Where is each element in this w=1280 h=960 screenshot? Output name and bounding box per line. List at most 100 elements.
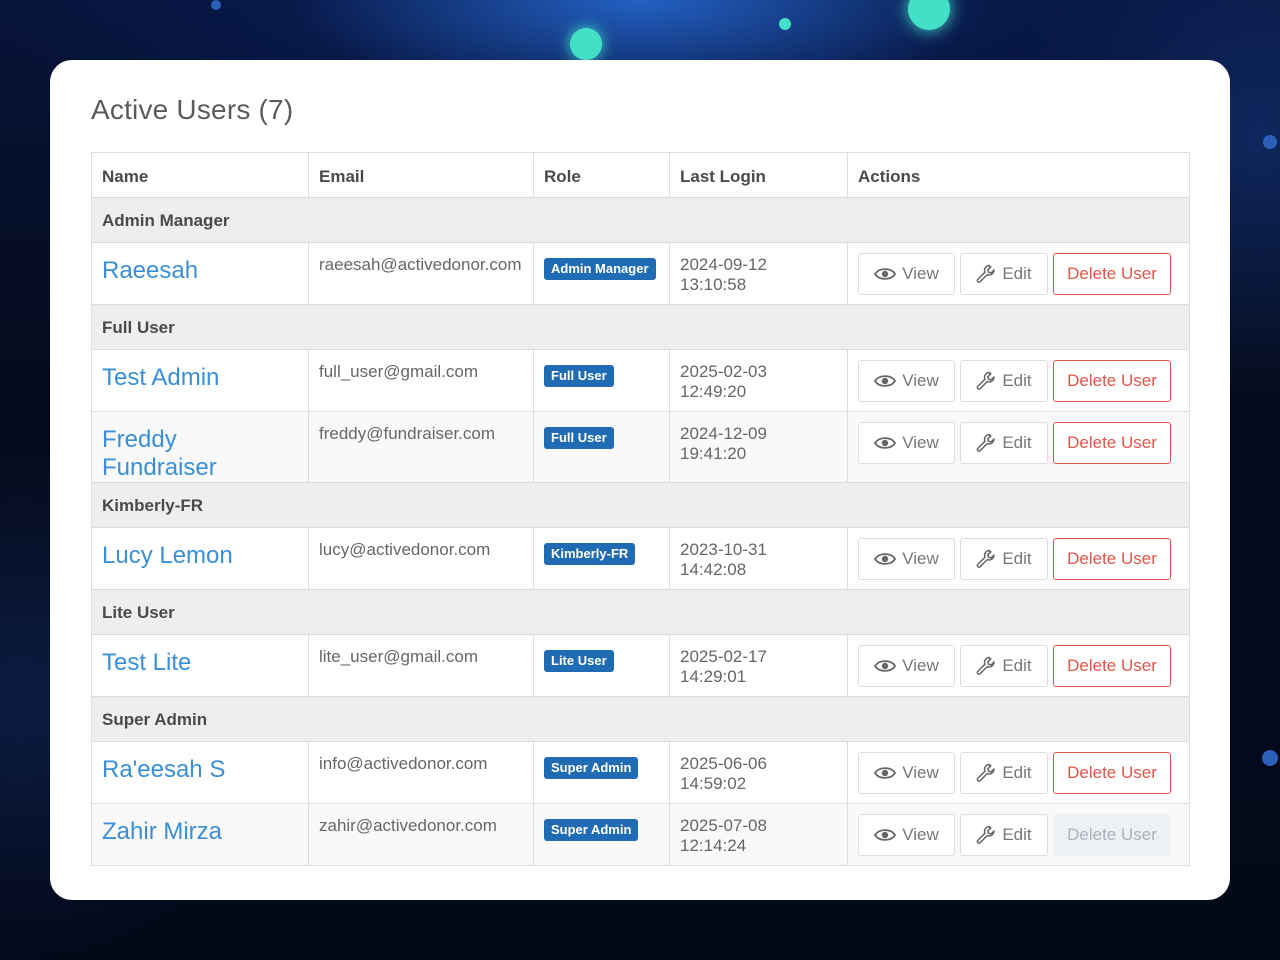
edit-button[interactable]: Edit bbox=[960, 645, 1048, 687]
wrench-icon bbox=[976, 549, 996, 568]
view-button[interactable]: View bbox=[858, 253, 955, 295]
last-login-date: 2025-06-06 14:59:02 bbox=[680, 754, 767, 793]
view-button-label: View bbox=[902, 371, 939, 390]
user-name-link[interactable]: Test Admin bbox=[102, 364, 219, 392]
decor-orb bbox=[1262, 750, 1278, 766]
role-badge: Admin Manager bbox=[544, 258, 656, 280]
eye-icon bbox=[874, 553, 897, 565]
edit-button-label: Edit bbox=[1002, 371, 1032, 390]
delete-button-label: Delete User bbox=[1067, 763, 1157, 782]
view-button-label: View bbox=[902, 825, 939, 844]
delete-button-label: Delete User bbox=[1067, 825, 1157, 844]
wrench-icon bbox=[976, 656, 996, 675]
last-login-date: 2024-12-09 19:41:20 bbox=[680, 424, 767, 463]
column-header-email[interactable]: Email bbox=[308, 152, 534, 198]
edit-button-label: Edit bbox=[1002, 264, 1032, 283]
decor-orb bbox=[779, 18, 791, 30]
user-role-cell: Super Admin bbox=[533, 741, 670, 804]
actions-cell: View Edit Delete User bbox=[847, 634, 1190, 697]
delete-user-button[interactable]: Delete User bbox=[1053, 360, 1171, 402]
delete-user-button[interactable]: Delete User bbox=[1053, 253, 1171, 295]
group-row: Admin Manager bbox=[91, 197, 1190, 243]
last-login-cell: 2025-02-17 14:29:01 bbox=[669, 634, 848, 697]
view-button[interactable]: View bbox=[858, 422, 955, 464]
user-role-cell: Admin Manager bbox=[533, 242, 670, 305]
group-label: Lite User bbox=[91, 589, 1190, 635]
edit-button[interactable]: Edit bbox=[960, 814, 1048, 856]
user-email-cell: zahir@activedonor.com bbox=[308, 803, 534, 866]
delete-user-button[interactable]: Delete User bbox=[1053, 645, 1171, 687]
eye-icon bbox=[874, 767, 897, 779]
actions-cell: View Edit Delete User bbox=[847, 527, 1190, 590]
edit-button[interactable]: Edit bbox=[960, 422, 1048, 464]
user-name-cell: Ra'eesah S bbox=[91, 741, 309, 804]
user-name-link[interactable]: Lucy Lemon bbox=[102, 542, 233, 570]
edit-button-label: Edit bbox=[1002, 656, 1032, 675]
user-email: lite_user@gmail.com bbox=[319, 647, 478, 666]
eye-icon bbox=[874, 829, 897, 841]
user-name-link[interactable]: Raeesah bbox=[102, 257, 198, 285]
user-email-cell: lite_user@gmail.com bbox=[308, 634, 534, 697]
user-role-cell: Lite User bbox=[533, 634, 670, 697]
user-name-link[interactable]: Zahir Mirza bbox=[102, 818, 222, 846]
column-header-actions: Actions bbox=[847, 152, 1190, 198]
group-row: Lite User bbox=[91, 589, 1190, 635]
eye-icon bbox=[874, 437, 897, 449]
column-header-name[interactable]: Name bbox=[91, 152, 309, 198]
last-login-date: 2025-07-08 12:14:24 bbox=[680, 816, 767, 855]
last-login-cell: 2024-09-12 13:10:58 bbox=[669, 242, 848, 305]
last-login-date: 2025-02-17 14:29:01 bbox=[680, 647, 767, 686]
edit-button[interactable]: Edit bbox=[960, 752, 1048, 794]
view-button[interactable]: View bbox=[858, 538, 955, 580]
view-button[interactable]: View bbox=[858, 814, 955, 856]
edit-button[interactable]: Edit bbox=[960, 253, 1048, 295]
view-button-label: View bbox=[902, 656, 939, 675]
user-name-cell: Freddy Fundraiser bbox=[91, 411, 309, 483]
edit-button[interactable]: Edit bbox=[960, 360, 1048, 402]
delete-button-label: Delete User bbox=[1067, 656, 1157, 675]
delete-user-button[interactable]: Delete User bbox=[1053, 752, 1171, 794]
user-email-cell: lucy@activedonor.com bbox=[308, 527, 534, 590]
role-badge: Kimberly-FR bbox=[544, 543, 636, 565]
role-badge: Lite User bbox=[544, 650, 614, 672]
column-header-role[interactable]: Role bbox=[533, 152, 670, 198]
group-row: Super Admin bbox=[91, 696, 1190, 742]
table-row: Test Lite lite_user@gmail.com Lite User … bbox=[91, 634, 1190, 697]
user-role-cell: Kimberly-FR bbox=[533, 527, 670, 590]
role-badge: Super Admin bbox=[544, 757, 639, 779]
group-label: Kimberly-FR bbox=[91, 482, 1190, 528]
column-header-last-login[interactable]: Last Login bbox=[669, 152, 848, 198]
group-label: Full User bbox=[91, 304, 1190, 350]
table-row: Lucy Lemon lucy@activedonor.com Kimberly… bbox=[91, 527, 1190, 590]
user-name-link[interactable]: Ra'eesah S bbox=[102, 756, 225, 784]
edit-button[interactable]: Edit bbox=[960, 538, 1048, 580]
role-badge: Full User bbox=[544, 365, 614, 387]
actions-cell: View Edit Delete User bbox=[847, 349, 1190, 412]
wrench-icon bbox=[976, 264, 996, 283]
table-header-row: Name Email Role Last Login Actions bbox=[91, 152, 1190, 198]
user-email: info@activedonor.com bbox=[319, 754, 488, 773]
edit-button-label: Edit bbox=[1002, 433, 1032, 452]
view-button-label: View bbox=[902, 763, 939, 782]
delete-user-button[interactable]: Delete User bbox=[1053, 422, 1171, 464]
view-button[interactable]: View bbox=[858, 752, 955, 794]
user-email: raeesah@activedonor.com bbox=[319, 255, 522, 274]
user-name-link[interactable]: Freddy Fundraiser bbox=[102, 426, 298, 482]
eye-icon bbox=[874, 660, 897, 672]
user-name-cell: Lucy Lemon bbox=[91, 527, 309, 590]
eye-icon bbox=[874, 375, 897, 387]
active-users-card: Active Users (7) Name Email Role Last Lo… bbox=[50, 60, 1230, 900]
actions-cell: View Edit Delete User bbox=[847, 803, 1190, 866]
delete-user-button: Delete User bbox=[1053, 814, 1171, 856]
view-button-label: View bbox=[902, 549, 939, 568]
table-row: Raeesah raeesah@activedonor.com Admin Ma… bbox=[91, 242, 1190, 305]
view-button[interactable]: View bbox=[858, 360, 955, 402]
user-email: full_user@gmail.com bbox=[319, 362, 478, 381]
view-button-label: View bbox=[902, 264, 939, 283]
decor-orb bbox=[1263, 135, 1277, 149]
delete-user-button[interactable]: Delete User bbox=[1053, 538, 1171, 580]
user-email: freddy@fundraiser.com bbox=[319, 424, 496, 443]
user-name-link[interactable]: Test Lite bbox=[102, 649, 191, 677]
view-button[interactable]: View bbox=[858, 645, 955, 687]
actions-cell: View Edit Delete User bbox=[847, 242, 1190, 305]
